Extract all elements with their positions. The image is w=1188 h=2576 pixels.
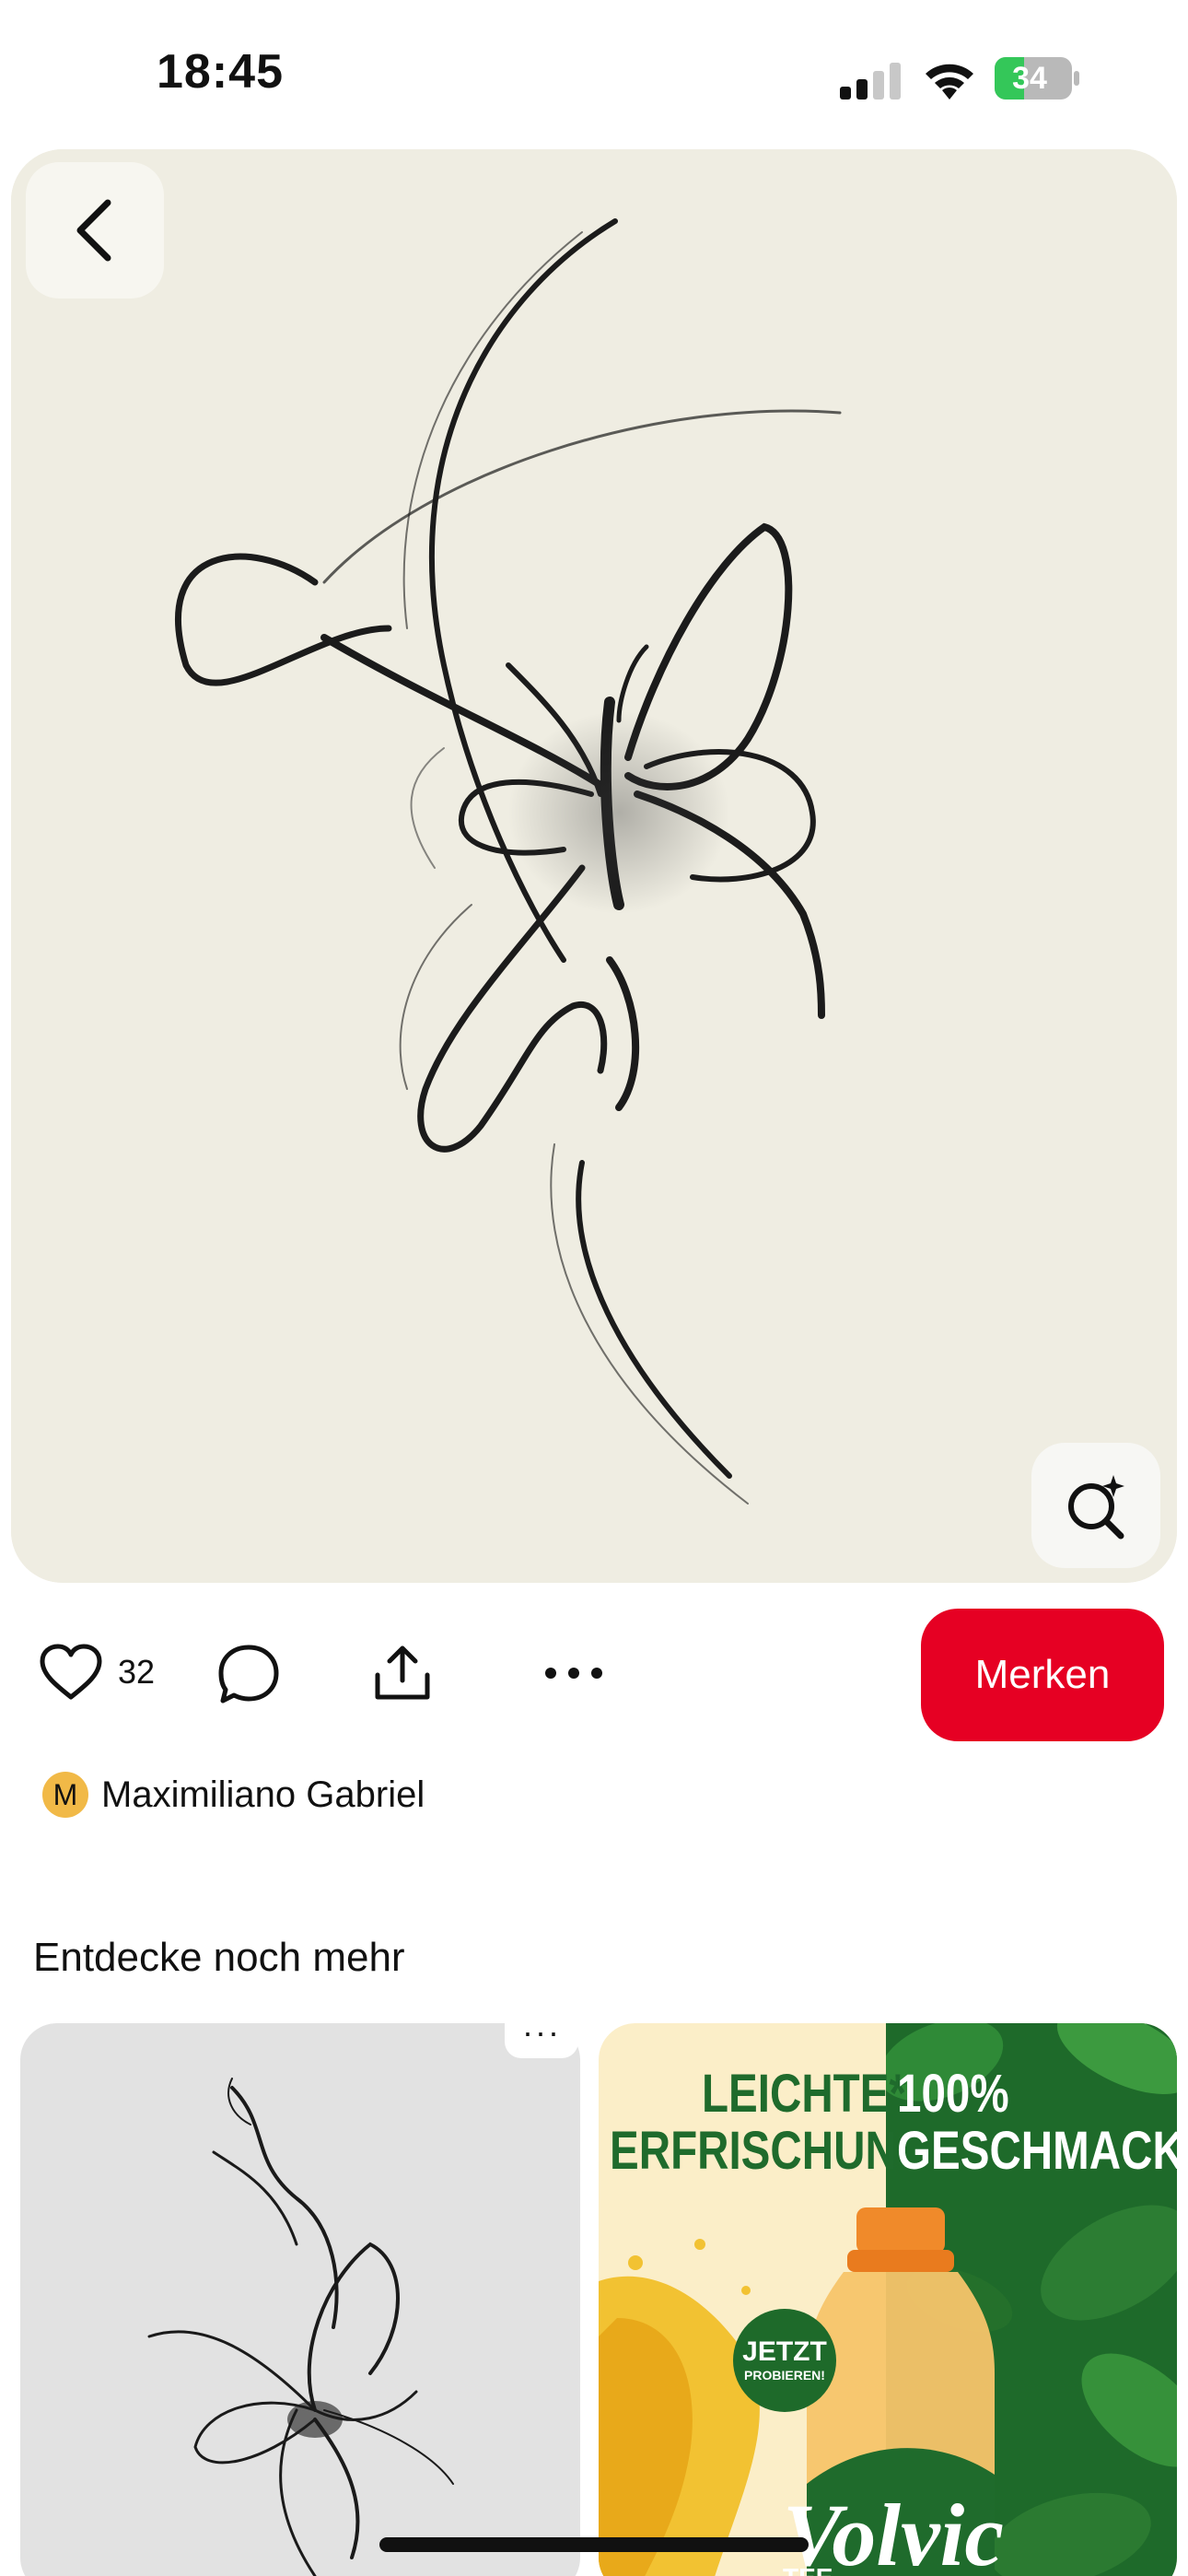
status-time: 18:45 — [157, 45, 284, 99]
ad-badge-line-2: PROBIEREN! — [744, 2368, 825, 2383]
ad-cta-badge: JETZT PROBIEREN! — [733, 2309, 836, 2412]
pin-actions: 32 Merken — [0, 1603, 1188, 1741]
ad-headline-right-2: GESCHMACK — [897, 2121, 1177, 2181]
heart-icon[interactable] — [39, 1644, 103, 1703]
creator-name[interactable]: Maximiliano Gabriel — [101, 1774, 425, 1816]
related-pin-card[interactable] — [20, 2023, 580, 2576]
sponsored-ad-card[interactable]: LEICHTE* ERFRISCHUNG 100% GESCHMACK JETZ… — [599, 2023, 1177, 2576]
chevron-left-icon — [76, 199, 111, 262]
pin-detail-screen: 18:45 34 32 Merken M Maximiliano Gabriel… — [0, 0, 1188, 2576]
card-more-button[interactable]: ··· — [505, 2007, 578, 2058]
home-indicator — [379, 2537, 809, 2552]
back-button[interactable] — [26, 162, 164, 299]
creator-row[interactable]: M Maximiliano Gabriel — [42, 1767, 425, 1822]
ad-headline-left-2: ERFRISCHUNG — [610, 2121, 931, 2181]
comment-bubble-icon[interactable] — [217, 1644, 280, 1704]
butterfly-artwork — [11, 149, 1177, 1583]
status-bar: 18:45 34 — [0, 0, 1188, 147]
save-button[interactable]: Merken — [921, 1609, 1164, 1741]
ad-brand-logo: Volvic — [783, 2486, 1004, 2576]
cellular-signal-icon — [840, 63, 901, 100]
visual-search-icon — [1068, 1475, 1124, 1540]
ad-headline-left-1: LEICHTE* — [702, 2064, 906, 2124]
share-upload-icon[interactable] — [372, 1644, 433, 1703]
butterfly-thumbnail — [147, 2078, 454, 2576]
more-dots-icon[interactable] — [543, 1666, 604, 1680]
avatar[interactable]: M — [42, 1772, 88, 1818]
ad-headline-right-1: 100% — [897, 2064, 1009, 2124]
wifi-icon — [926, 64, 973, 100]
battery-level: 34 — [1012, 61, 1047, 96]
section-title: Entdecke noch mehr — [33, 1935, 405, 1980]
ad-product-label: TEE — [783, 2563, 833, 2576]
ad-badge-line-1: JETZT — [742, 2336, 827, 2367]
pin-image[interactable] — [11, 149, 1177, 1583]
visual-search-button[interactable] — [1031, 1443, 1160, 1568]
like-count: 32 — [118, 1653, 156, 1691]
